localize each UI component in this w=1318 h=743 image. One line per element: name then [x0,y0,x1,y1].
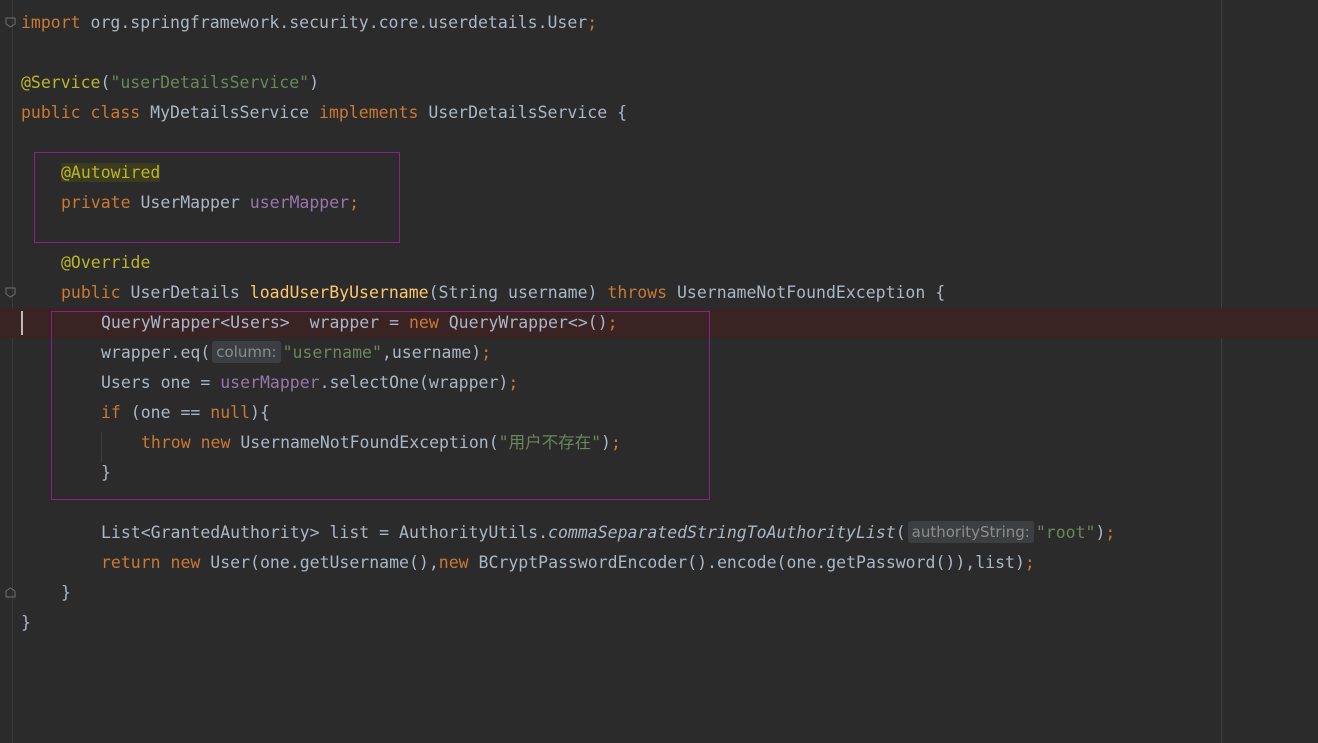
code-line: @Override [61,253,151,272]
code-line: return new User(one.getUsername(),new BC… [101,553,1035,572]
keyword: import [21,13,81,32]
code-line: public class MyDetailsService implements… [21,103,628,122]
code-line: import org.springframework.security.core… [0,8,1318,38]
static-method: commaSeparatedStringToAuthorityList [548,523,896,542]
code-line: @Service("userDetailsService") [21,73,320,92]
highlight-box-body [51,311,710,500]
code-editor[interactable]: import org.springframework.security.core… [0,0,1318,743]
import-path: org.springframework.security.core.userde… [80,13,588,32]
code-line: } [61,583,71,602]
annotation: @Service [21,73,101,92]
code-line: List<GrantedAuthority> list = AuthorityU… [101,521,1116,543]
semicolon: ; [587,13,598,32]
parameter-hint: authorityString: [907,521,1034,543]
code-line: public UserDetails loadUserByUsername(St… [61,283,946,302]
method-name: loadUserByUsername [249,283,429,302]
highlight-box-field [34,152,400,243]
class-name: MyDetailsService [150,103,310,122]
code-line: } [21,613,31,632]
string-literal: "userDetailsService" [110,73,310,92]
text-caret [21,311,23,335]
